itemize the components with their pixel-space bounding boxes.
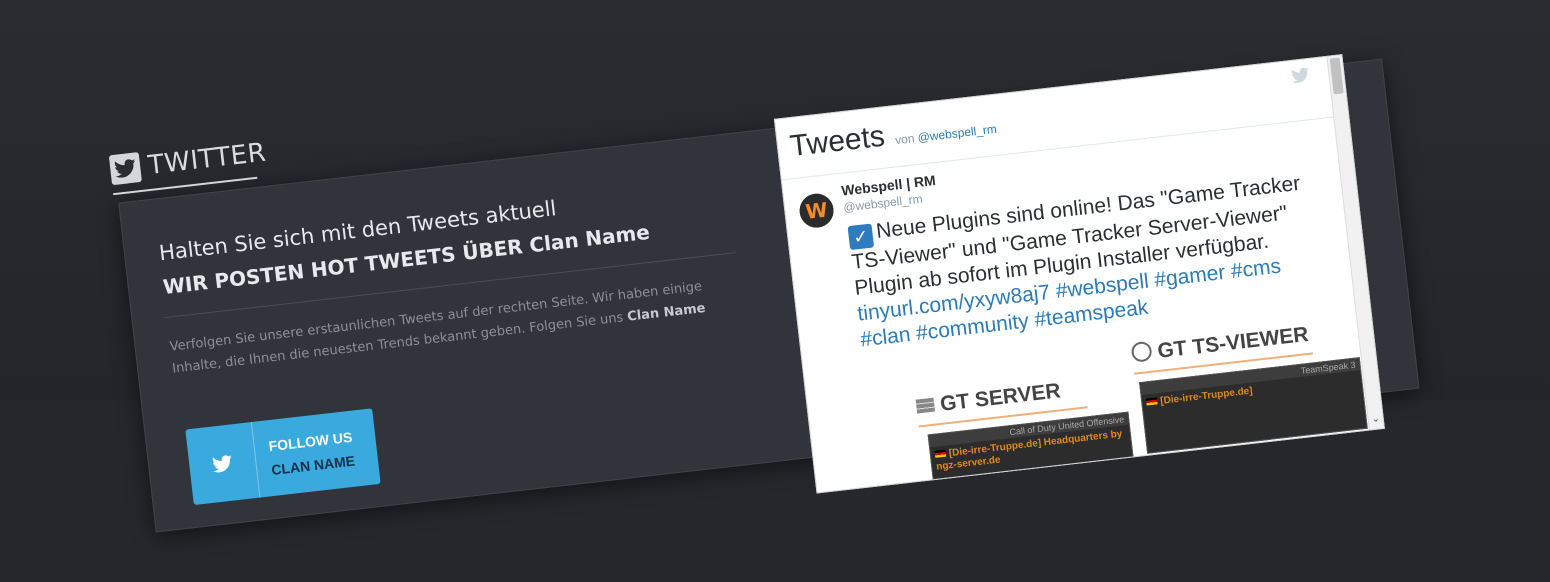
avatar-letter: W <box>804 197 829 224</box>
server-icon <box>915 397 936 414</box>
scroll-down-arrow-icon[interactable]: ⌄ <box>1370 413 1381 425</box>
section-header: TWITTER <box>108 133 271 189</box>
twitter-panel: Halten Sie sich mit den Tweets aktuell W… <box>118 54 1420 533</box>
german-flag-icon <box>934 449 947 458</box>
twitter-bird-icon[interactable] <box>1291 67 1311 89</box>
section-title: TWITTER <box>146 137 268 181</box>
widget-byline: von @webspell_rm <box>894 122 997 147</box>
gt-ts-title: GT TS-VIEWER <box>1130 323 1310 367</box>
widget-handle-link[interactable]: @webspell_rm <box>917 122 998 145</box>
follow-us-button[interactable]: FOLLOW US CLAN NAME <box>185 408 381 506</box>
tweet-media[interactable]: GT SERVER GT TS-VIEWER Call of Duty Unit… <box>874 318 1368 494</box>
scrollbar-thumb[interactable] <box>1329 57 1344 95</box>
tweets-widget[interactable]: Tweets von @webspell_rm W Webspell | RM … <box>773 54 1385 494</box>
widget-title: Tweets <box>788 119 887 164</box>
ts-viewer-box: TeamSpeak 3 [Die-irre-Truppe.de] <box>1139 357 1368 454</box>
avatar[interactable]: W <box>797 191 836 230</box>
twitter-icon <box>108 152 142 186</box>
description-text: Verfolgen Sie unsere erstaunlichen Tweet… <box>169 279 703 377</box>
tweet-author[interactable]: Webspell | RM @webspell_rm <box>841 172 939 215</box>
headset-icon <box>1130 340 1153 363</box>
twitter-icon <box>185 421 261 506</box>
tilted-view: TWITTER Halten Sie sich mit den Tweets a… <box>0 0 1550 533</box>
german-flag-icon <box>1145 397 1158 406</box>
description-clan-name: Clan Name <box>626 300 707 325</box>
widget-header: Tweets von @webspell_rm <box>788 107 998 164</box>
server-viewer-box: Call of Duty United Offensive [Die-irre-… <box>927 411 1137 494</box>
byline-label: von <box>894 131 916 148</box>
checkmark-icon: ✓ <box>847 223 875 251</box>
follow-button-label: FOLLOW US CLAN NAME <box>253 425 356 484</box>
intro-block: Halten Sie sich mit den Tweets aktuell W… <box>158 186 651 299</box>
page-background: TWITTER Halten Sie sich mit den Tweets a… <box>0 0 1550 533</box>
